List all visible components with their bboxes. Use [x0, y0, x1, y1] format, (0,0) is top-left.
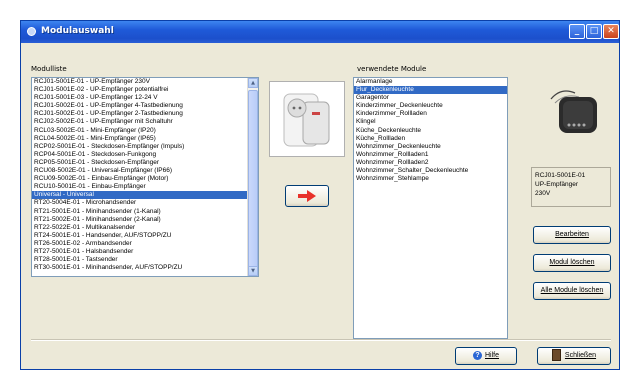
footer-divider — [31, 339, 611, 341]
list-item[interactable]: RCU09-5002E-01 - Einbau-Empfänger (Motor… — [32, 175, 258, 183]
module-info-box: RCJ01-5001E-01 UP-Empfänger 230V — [531, 167, 611, 207]
edit-button[interactable]: Bearbeiten — [533, 226, 611, 244]
list-item[interactable]: RCJ01-5001E-02 - UP-Empfänger potentialf… — [32, 86, 258, 94]
list-item[interactable]: RCP04-5001E-01 - Steckdosen-Funkgong — [32, 151, 258, 159]
list-item[interactable]: Küche_Deckenleuchte — [354, 127, 507, 135]
delete-all-modules-button[interactable]: Alle Module löschen — [533, 282, 611, 300]
list-item[interactable]: RCU10-5001E-01 - Einbau-Empfänger — [32, 183, 258, 191]
delete-all-label: Alle Module löschen — [540, 287, 604, 294]
module-list[interactable]: RCJ01-5001E-01 - UP-Empfänger 230V RCJ01-… — [31, 77, 259, 277]
list-item[interactable]: RCL03-5002E-01 - Mini-Empfänger (IP20) — [32, 127, 258, 135]
title-bar[interactable]: Modulauswahl _ □ ✕ — [21, 21, 619, 43]
module-photo — [539, 81, 609, 147]
module-info-voltage: 230V — [535, 190, 551, 197]
app-icon — [27, 27, 36, 36]
list-item[interactable]: Kinderzimmer_Rollladen — [354, 110, 507, 118]
right-arrow-icon — [298, 190, 316, 202]
list-item[interactable]: RT30-5001E-01 - Minihandsender, AUF/STOP… — [32, 264, 258, 272]
module-info-code: RCJ01-5001E-01 — [535, 172, 586, 179]
module-list-items: RCJ01-5001E-01 - UP-Empfänger 230V RCJ01-… — [32, 78, 258, 272]
list-item[interactable]: RCJ02-5002E-01 - UP-Empfänger mit Schalt… — [32, 118, 258, 126]
close-button[interactable]: Schließen — [537, 347, 611, 365]
module-list-scrollbar[interactable]: ▲ ▼ — [247, 78, 258, 276]
exit-door-icon — [551, 349, 561, 362]
list-item[interactable]: RCP02-5001E-01 - Steckdosen-Empfänger (I… — [32, 143, 258, 151]
module-image-preview — [269, 81, 345, 157]
list-item[interactable]: RT22-5022E-01 - Multikanalsender — [32, 224, 258, 232]
scroll-down-icon[interactable]: ▼ — [248, 266, 258, 276]
close-window-button[interactable]: ✕ — [603, 24, 619, 39]
list-item[interactable]: Wohnzimmer_Rollladen1 — [354, 151, 507, 159]
up-receiver-image — [550, 90, 597, 133]
question-icon: ? — [472, 350, 482, 360]
list-item[interactable]: RT24-5001E-01 - Handsender, AUF/STOPP/ZU — [32, 232, 258, 240]
list-item[interactable]: Flur_Deckenleuchte — [354, 86, 507, 95]
list-item[interactable]: RCU08-5002E-01 - Universal-Empfänger (IP… — [32, 167, 258, 175]
list-item[interactable]: Alarmanlage — [354, 78, 507, 86]
list-item[interactable]: Universal - Universal — [32, 191, 258, 200]
list-item[interactable]: Wohnzimmer_Rollladen2 — [354, 159, 507, 167]
maximize-button[interactable]: □ — [586, 24, 602, 39]
delete-module-label: Modul löschen — [549, 259, 595, 266]
module-list-label: Modulliste — [31, 65, 67, 73]
help-button[interactable]: ? Hilfe — [455, 347, 517, 365]
module-info-type: UP-Empfänger — [535, 181, 578, 188]
list-item[interactable]: RCJ01-5002E-01 - UP-Empfänger 4-Tastbedi… — [32, 102, 258, 110]
list-item[interactable]: Garagentor — [354, 94, 507, 102]
list-item[interactable]: RT27-5001E-01 - Halsbandsender — [32, 248, 258, 256]
list-item[interactable]: RCL04-5002E-01 - Mini-Empfänger (IP65) — [32, 135, 258, 143]
used-modules-items: Alarmanlage Flur_Deckenleuchte Garagentor K… — [354, 78, 507, 183]
list-item[interactable]: Küche_Rollladen — [354, 135, 507, 143]
socket-receiver-image — [283, 93, 330, 147]
add-module-button[interactable] — [285, 185, 329, 207]
minimize-icon: _ — [574, 26, 580, 36]
close-label: Schließen — [564, 352, 597, 359]
list-item[interactable]: RT21-5001E-01 - Minihandsender (1-Kanal) — [32, 208, 258, 216]
list-item[interactable]: RCJ01-5002E-01 - UP-Empfänger 2-Tastbedi… — [32, 110, 258, 118]
scroll-up-icon[interactable]: ▲ — [248, 78, 258, 88]
scroll-thumb[interactable] — [248, 90, 258, 276]
list-item[interactable]: RCJ01-5001E-01 - UP-Empfänger 230V — [32, 78, 258, 86]
list-item[interactable]: RCJ01-5001E-03 - UP-Empfänger 12-24 V — [32, 94, 258, 102]
delete-module-button[interactable]: Modul löschen — [533, 254, 611, 272]
module-selection-dialog: Modulauswahl _ □ ✕ Modulliste RCJ01-5001… — [20, 20, 620, 370]
list-item[interactable]: RT28-5001E-01 - Tastsender — [32, 256, 258, 264]
list-item[interactable]: Klingel — [354, 118, 507, 126]
list-item[interactable]: RT20-5004E-01 - Microhandsender — [32, 199, 258, 207]
used-modules-list[interactable]: Alarmanlage Flur_Deckenleuchte Garagentor K… — [353, 77, 508, 339]
list-item[interactable]: RT26-5001E-02 - Armbandsender — [32, 240, 258, 248]
minimize-button[interactable]: _ — [569, 24, 585, 39]
used-modules-label: verwendete Module — [357, 65, 427, 73]
list-item[interactable]: Wohnzimmer_Schalter_Deckenleuchte — [354, 167, 507, 175]
edit-button-label: Bearbeiten — [555, 231, 589, 238]
list-item[interactable]: Wohnzimmer_Deckenleuchte — [354, 143, 507, 151]
help-label: Hilfe — [484, 352, 499, 359]
list-item[interactable]: Wohnzimmer_Stehlampe — [354, 175, 507, 183]
list-item[interactable]: RT21-5002E-01 - Minihandsender (2-Kanal) — [32, 216, 258, 224]
list-item[interactable]: RCP05-5001E-01 - Steckdosen-Empfänger — [32, 159, 258, 167]
window-title: Modulauswahl — [41, 26, 114, 36]
maximize-icon: □ — [589, 26, 599, 36]
close-icon: ✕ — [607, 26, 615, 36]
list-item[interactable]: Kinderzimmer_Deckenleuchte — [354, 102, 507, 110]
